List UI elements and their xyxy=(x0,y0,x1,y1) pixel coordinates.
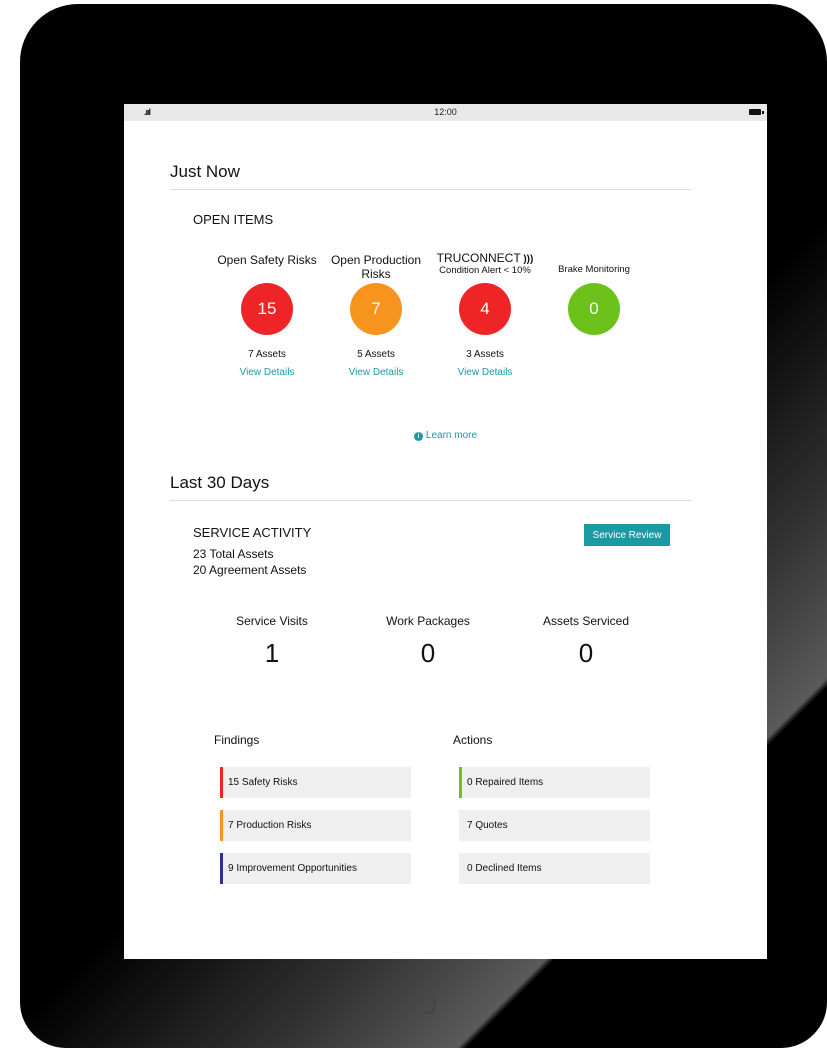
service-activity-title: SERVICE ACTIVITY xyxy=(193,525,312,540)
stat-value: 0 xyxy=(420,638,436,668)
status-bar: .ııl 12:00 xyxy=(124,104,767,121)
findings-title: Findings xyxy=(214,733,260,747)
finding-label: 9 Improvement Opportunities xyxy=(228,863,357,874)
status-bar-indicator xyxy=(220,767,223,798)
action-quotes[interactable]: 7 Quotes xyxy=(459,810,650,841)
finding-label: 7 Production Risks xyxy=(228,820,312,831)
finding-safety-risks[interactable]: 15 Safety Risks xyxy=(220,767,411,798)
status-time: 12:00 xyxy=(434,107,457,117)
tablet-frame: .ııl 12:00 Just Now OPEN ITEMS Open Safe… xyxy=(20,4,827,1048)
info-icon: i xyxy=(413,432,423,441)
metric-label: Brake Monitoring xyxy=(558,264,630,275)
just-now-title: Just Now xyxy=(170,162,240,181)
metric-assets: 3 Assets xyxy=(466,349,504,360)
stat-value: 1 xyxy=(264,638,280,668)
action-repaired-items[interactable]: 0 Repaired Items xyxy=(459,767,650,798)
learn-more-label: Learn more xyxy=(425,430,478,441)
truconnect-sublabel: Condition Alert < 10% xyxy=(439,265,531,276)
stat-service-visits: Service Visits 1 xyxy=(207,614,337,669)
actions-title: Actions xyxy=(453,733,493,747)
safety-risks-count[interactable]: 15 xyxy=(241,283,293,335)
status-bar-indicator xyxy=(459,767,462,798)
action-label: 7 Quotes xyxy=(467,820,508,831)
stat-label: Service Visits xyxy=(236,614,308,628)
metric-label: TRUCONNECT ))) Condition Alert < 10% xyxy=(433,251,537,283)
truconnect-label: TRUCONNECT xyxy=(436,251,521,265)
rss-icon: ))) xyxy=(523,254,534,265)
stat-assets-serviced: Assets Serviced 0 xyxy=(521,614,651,669)
status-bar-indicator xyxy=(220,853,223,884)
stat-label: Work Packages xyxy=(386,614,470,628)
stat-value: 0 xyxy=(578,638,594,668)
metric-label: Open Safety Risks xyxy=(217,253,317,267)
metric-assets: 7 Assets xyxy=(248,349,286,360)
brake-monitoring-count[interactable]: 0 xyxy=(568,283,620,335)
total-assets: 23 Total Assets xyxy=(193,547,274,561)
battery-icon xyxy=(749,109,764,115)
finding-label: 15 Safety Risks xyxy=(228,777,298,788)
metric-safety-risks: Open Safety Risks 15 7 Assets View Detai… xyxy=(215,253,319,378)
service-review-button[interactable]: Service Review xyxy=(584,524,670,546)
status-bar-indicator xyxy=(220,810,223,841)
metric-production-risks: Open Production Risks 7 5 Assets View De… xyxy=(324,253,428,378)
just-now-divider xyxy=(170,189,691,190)
view-details-link[interactable]: View Details xyxy=(215,367,319,378)
metric-assets: 5 Assets xyxy=(357,349,395,360)
action-label: 0 Repaired Items xyxy=(467,777,544,788)
production-risks-count[interactable]: 7 xyxy=(350,283,402,335)
truconnect-alerts-count[interactable]: 4 xyxy=(459,283,511,335)
metric-truconnect: TRUCONNECT ))) Condition Alert < 10% 4 3… xyxy=(433,251,537,378)
metric-brake-monitoring: Brake Monitoring 0 xyxy=(542,253,646,335)
finding-improvement-opportunities[interactable]: 9 Improvement Opportunities xyxy=(220,853,411,884)
home-button[interactable] xyxy=(415,993,439,1017)
action-declined-items[interactable]: 0 Declined Items xyxy=(459,853,650,884)
open-items-title: OPEN ITEMS xyxy=(193,212,274,227)
last-30-days-divider xyxy=(170,500,691,501)
finding-production-risks[interactable]: 7 Production Risks xyxy=(220,810,411,841)
action-label: 0 Declined Items xyxy=(467,863,542,874)
stat-work-packages: Work Packages 0 xyxy=(363,614,493,669)
stat-label: Assets Serviced xyxy=(542,614,630,628)
learn-more-link[interactable]: i Learn more xyxy=(124,430,767,441)
view-details-link[interactable]: View Details xyxy=(433,367,537,378)
last-30-days-title: Last 30 Days xyxy=(170,473,270,492)
app-screen: .ııl 12:00 Just Now OPEN ITEMS Open Safe… xyxy=(124,104,767,959)
metric-label: Open Production Risks xyxy=(330,253,422,281)
agreement-assets: 20 Agreement Assets xyxy=(193,563,307,577)
view-details-link[interactable]: View Details xyxy=(324,367,428,378)
